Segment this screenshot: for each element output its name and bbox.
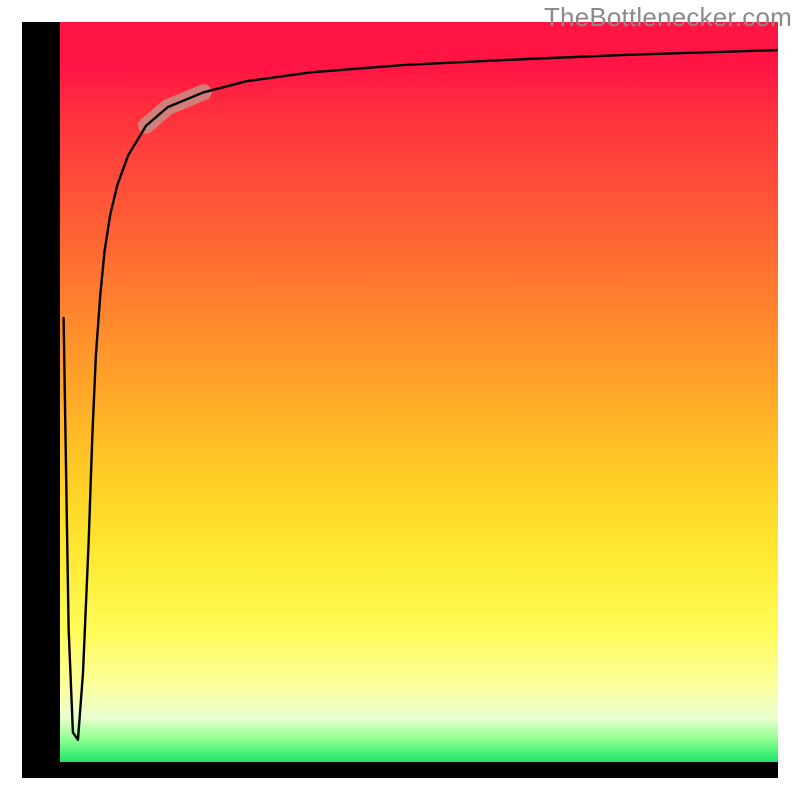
- plot-area: [60, 22, 778, 762]
- series-highlight: [146, 92, 203, 125]
- chart-container: TheBottlenecker.com: [0, 0, 800, 800]
- plot-frame: [22, 22, 778, 778]
- watermark-label: TheBottlenecker.com: [544, 2, 792, 33]
- series-line: [64, 50, 778, 740]
- line-chart-svg: [60, 22, 778, 762]
